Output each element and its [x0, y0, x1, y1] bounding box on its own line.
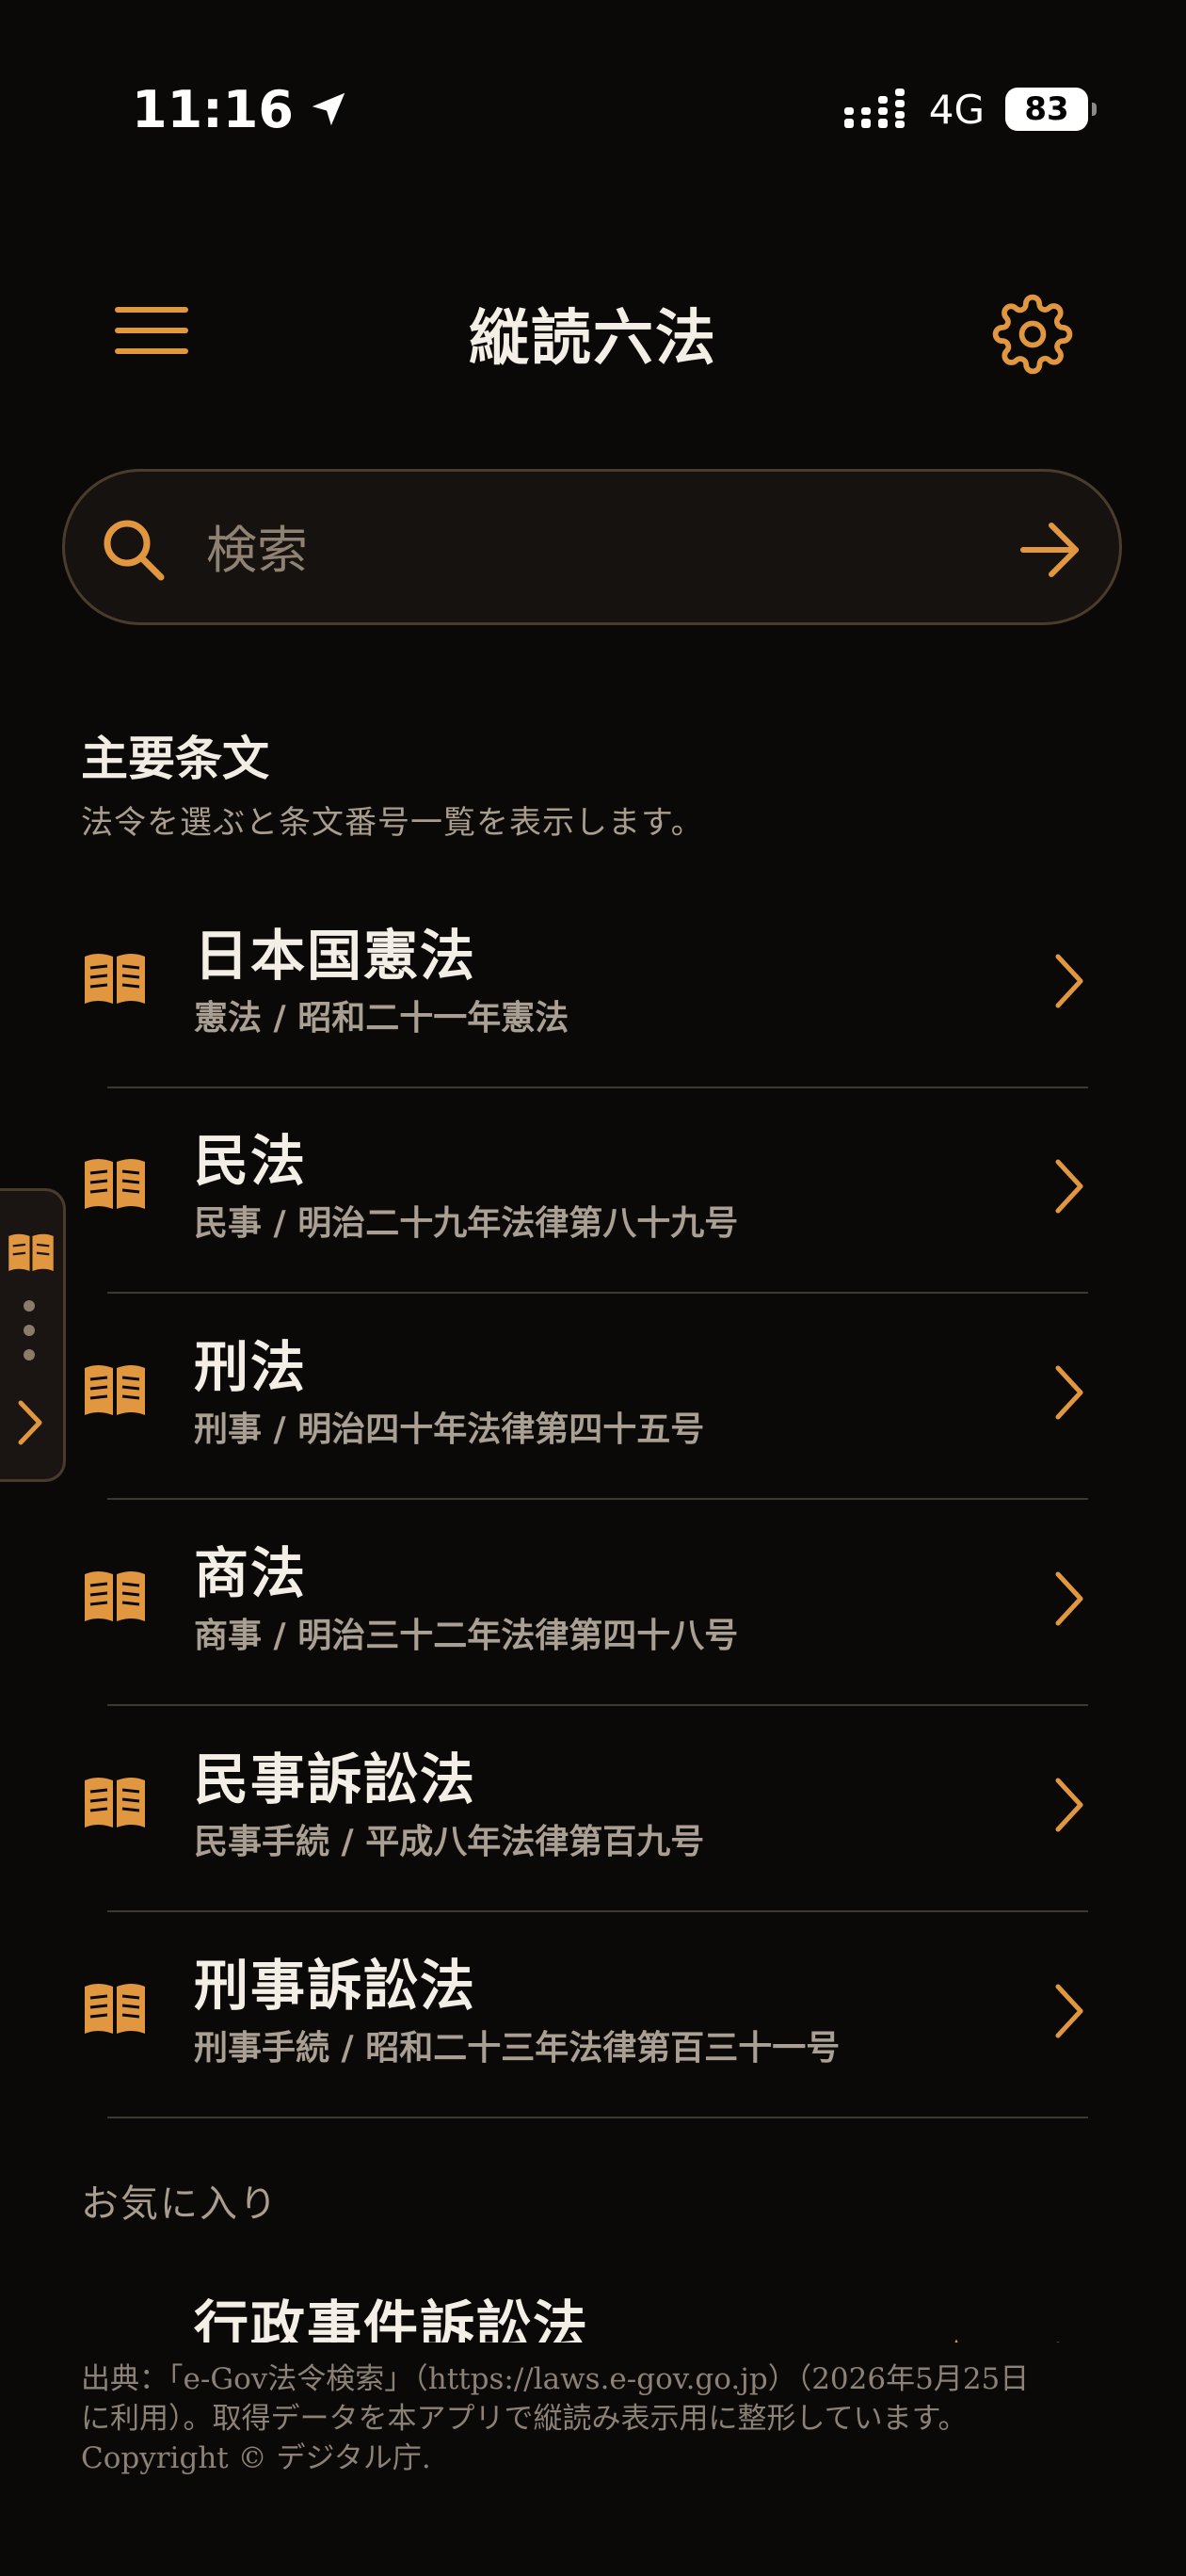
law-item-commercial-code[interactable]: 商法 商事 / 明治三十二年法律第四十八号 — [62, 1501, 1126, 1706]
star-icon[interactable] — [932, 2335, 981, 2343]
battery-level: 83 — [1024, 90, 1069, 128]
law-name: 商法 — [194, 1541, 308, 1605]
chevron-right-icon — [1056, 2342, 1060, 2343]
law-meta: 刑事 / 明治四十年法律第四十五号 — [194, 1410, 705, 1449]
search-bar — [62, 469, 1122, 625]
search-icon — [104, 520, 165, 581]
app-screen: 11:16 4G 83 縦読六法 検索 主要条文 法令を選ぶと条文番号一覧を表示… — [0, 0, 1186, 2576]
status-time: 11:16 — [132, 75, 350, 143]
law-item-constitution[interactable]: 日本国憲法 憲法 / 昭和二十一年憲法 — [62, 883, 1126, 1088]
arrow-right-icon[interactable] — [1018, 517, 1083, 583]
footer-credit: 出典：「e-Gov法令検索」（https://laws.e-gov.go.jp）… — [81, 2359, 1126, 2478]
open-book-icon — [85, 1571, 145, 1621]
chevron-right-icon — [1055, 954, 1083, 1008]
law-meta: 商事 / 明治三十二年法律第四十八号 — [194, 1617, 739, 1655]
side-drawer-tab[interactable] — [0, 1188, 66, 1482]
divider — [107, 1292, 1088, 1294]
open-book-icon — [85, 1984, 145, 2034]
open-book-icon — [85, 1365, 145, 1415]
chevron-right-icon — [1055, 1778, 1083, 1832]
footer-line: Copyright © デジタル庁. — [81, 2441, 431, 2475]
law-name: 刑事訴訟法 — [194, 1954, 477, 2018]
favorites-title: お気に入り — [81, 2182, 279, 2226]
open-book-icon — [8, 1233, 54, 1272]
law-name: 行政事件訴訟法 — [194, 2294, 590, 2343]
battery-icon: 83 — [1005, 88, 1097, 131]
section-subtitle: 法令を選ぶと条文番号一覧を表示します。 — [81, 804, 704, 842]
law-item-civil-code[interactable]: 民法 民事 / 明治二十九年法律第八十九号 — [62, 1088, 1126, 1294]
chevron-right-icon — [18, 1400, 42, 1445]
network-type: 4G — [928, 86, 985, 133]
law-name: 民法 — [194, 1129, 308, 1193]
search-input[interactable] — [206, 506, 1034, 594]
favorites-list: 行政事件訴訟法 — [62, 2260, 1126, 2343]
dot — [24, 1325, 35, 1336]
divider — [107, 1498, 1088, 1500]
law-name: 刑法 — [194, 1335, 308, 1399]
law-name: 日本国憲法 — [194, 924, 477, 988]
footer-line: に利用）。取得データを本アプリで縦読み表示用に整形しています。 — [81, 2402, 968, 2436]
law-item-criminal-procedure[interactable]: 刑事訴訟法 刑事手続 / 昭和二十三年法律第百三十一号 — [62, 1913, 1126, 2118]
open-book-icon — [85, 1778, 145, 1827]
law-item-civil-procedure[interactable]: 民事訴訟法 民事手続 / 平成八年法律第百九号 — [62, 1707, 1126, 1912]
footer-line: 出典：「e-Gov法令検索」（https://laws.e-gov.go.jp）… — [81, 2362, 1030, 2396]
law-meta: 刑事手続 / 昭和二十三年法律第百三十一号 — [194, 2029, 841, 2068]
chevron-right-icon — [1055, 1159, 1083, 1214]
chevron-right-icon — [1055, 1365, 1083, 1420]
divider — [107, 1910, 1088, 1912]
law-name: 民事訴訟法 — [194, 1747, 477, 1811]
dot — [24, 1349, 35, 1360]
gear-icon[interactable] — [992, 294, 1073, 375]
divider — [107, 2117, 1088, 2118]
favorite-item[interactable]: 行政事件訴訟法 — [62, 2275, 1126, 2343]
status-indicators: 4G 83 — [843, 81, 1097, 137]
chevron-right-icon — [1055, 1984, 1083, 2038]
law-item-penal-code[interactable]: 刑法 刑事 / 明治四十年法律第四十五号 — [62, 1295, 1126, 1500]
law-meta: 憲法 / 昭和二十一年憲法 — [194, 999, 569, 1038]
dot — [24, 1300, 35, 1312]
law-meta: 民事手続 / 平成八年法律第百九号 — [194, 1823, 705, 1861]
open-book-icon — [85, 1159, 145, 1209]
status-time-text: 11:16 — [132, 79, 294, 139]
chevron-right-icon — [1055, 1571, 1083, 1626]
law-meta: 民事 / 明治二十九年法律第八十九号 — [194, 1204, 739, 1243]
section-title: 主要条文 — [81, 731, 269, 786]
signal-bars-icon — [843, 89, 905, 128]
open-book-icon — [85, 954, 145, 1004]
location-arrow-icon — [312, 92, 345, 126]
divider — [107, 1704, 1088, 1706]
